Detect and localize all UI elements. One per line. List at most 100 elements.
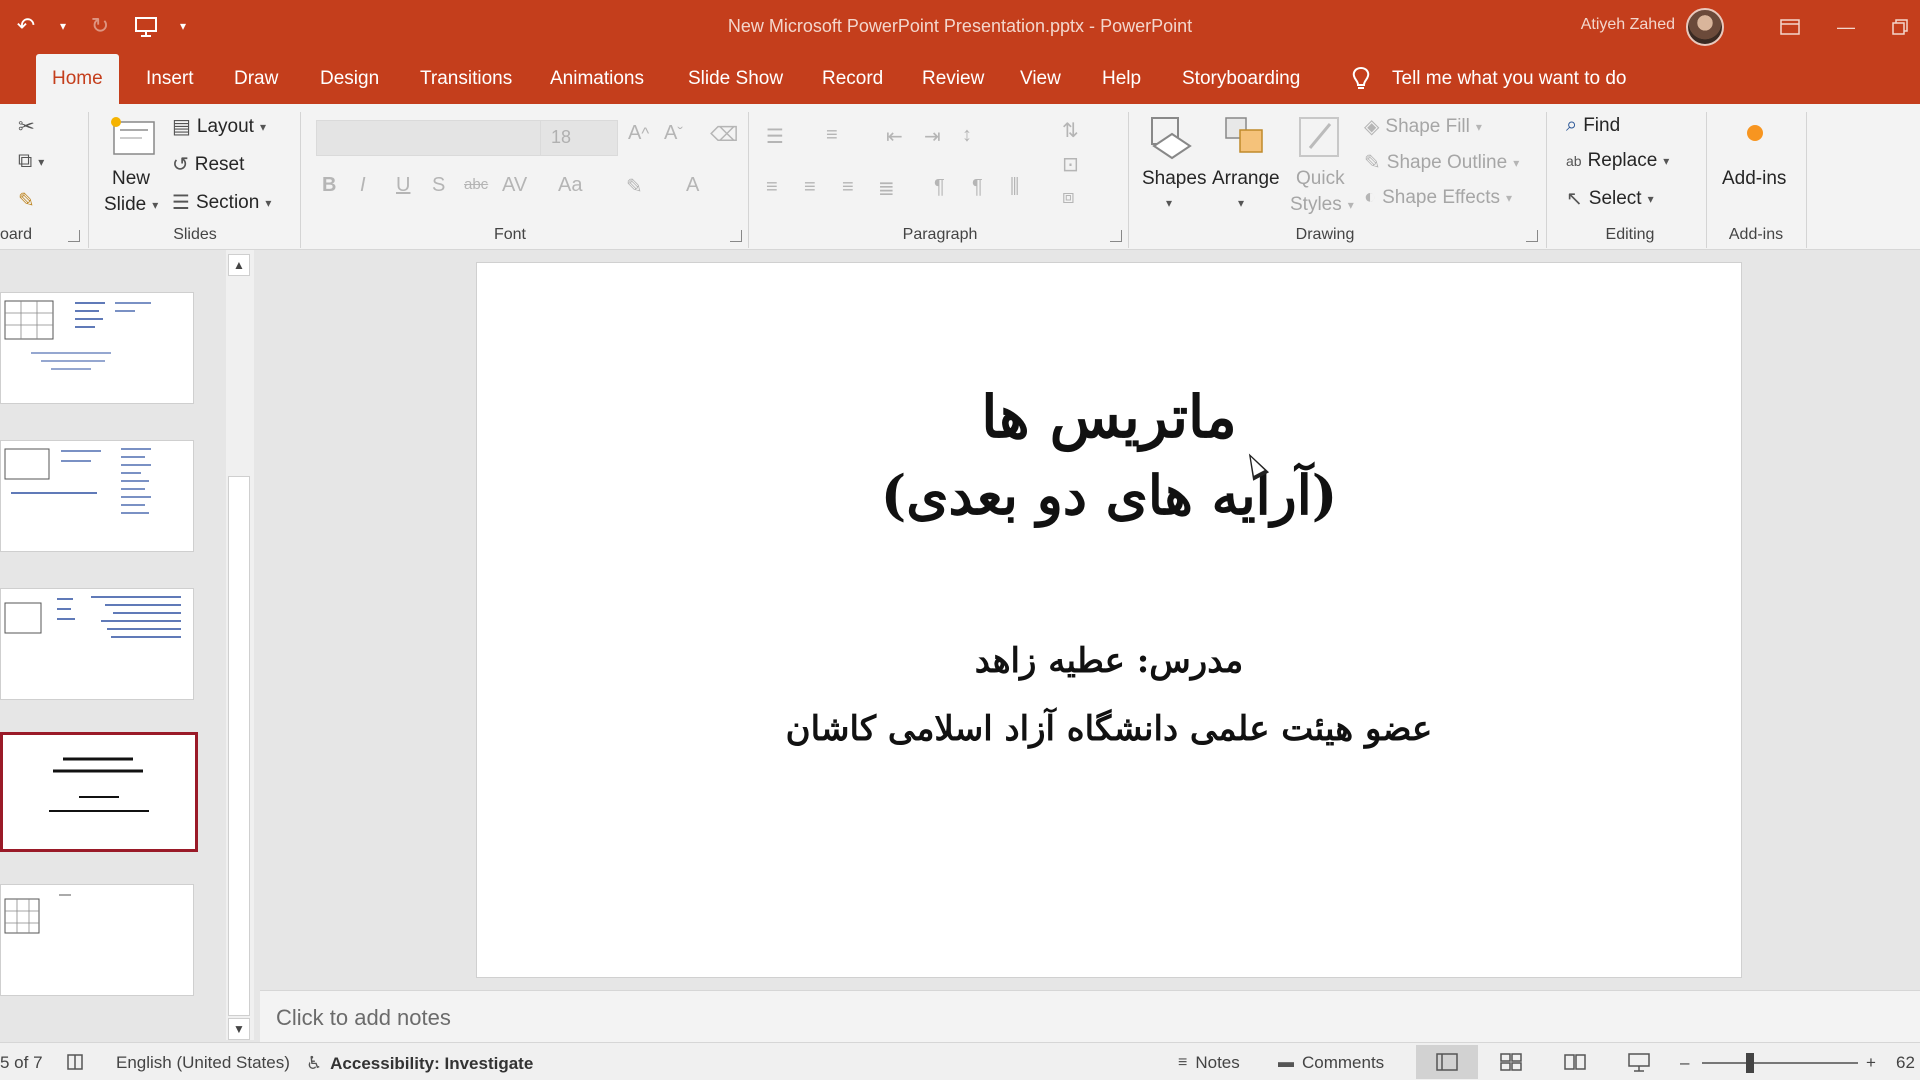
slide-canvas[interactable]: ماتریس ها (آرایه های دو بعدی) مدرس: عطیه… <box>476 262 1742 978</box>
font-size-input[interactable]: 18 <box>540 120 618 156</box>
add-ins-button[interactable]: Add-ins <box>1722 168 1786 190</box>
slide-subtitle-line-2[interactable]: عضو هیئت علمی دانشگاه آزاد اسلامی کاشان <box>477 709 1741 749</box>
minimize-icon[interactable]: — <box>1826 10 1866 44</box>
select-button[interactable]: ↖ Select ▾ <box>1566 186 1654 211</box>
font-launcher-icon[interactable] <box>730 230 742 242</box>
drawing-launcher-icon[interactable] <box>1526 230 1538 242</box>
copy-icon[interactable]: ⧉ ▾ <box>18 150 44 173</box>
shapes-label[interactable]: Shapes <box>1142 168 1206 190</box>
tab-home[interactable]: Home <box>36 54 119 104</box>
slide-subtitle-line-1[interactable]: مدرس: عطیه زاهد <box>477 641 1741 681</box>
align-right-icon[interactable]: ≡ <box>842 176 854 199</box>
replace-button[interactable]: ab Replace ▾ <box>1566 150 1669 172</box>
tab-view[interactable]: View <box>1010 54 1071 104</box>
zoom-in-button[interactable]: + <box>1866 1053 1876 1073</box>
new-slide-label[interactable]: New <box>112 168 150 190</box>
line-spacing-icon[interactable]: ↕ <box>962 124 972 147</box>
tab-storyboarding[interactable]: Storyboarding <box>1172 54 1310 104</box>
slide-thumbnail-3[interactable] <box>0 588 194 700</box>
thumbnail-scrollbar[interactable]: ▲ ▼ <box>226 250 254 1040</box>
tab-insert[interactable]: Insert <box>136 54 204 104</box>
zoom-level[interactable]: 62 <box>1896 1053 1915 1073</box>
shape-outline-button[interactable]: ✎ Shape Outline ▾ <box>1364 150 1519 175</box>
bold-icon[interactable]: B <box>322 174 336 197</box>
clipboard-launcher-icon[interactable] <box>68 230 80 242</box>
justify-icon[interactable]: ≣ <box>878 176 895 201</box>
align-text-icon[interactable]: ⊡ <box>1062 152 1079 177</box>
tab-animations[interactable]: Animations <box>540 54 654 104</box>
tab-record[interactable]: Record <box>812 54 893 104</box>
italic-icon[interactable]: I <box>360 174 366 197</box>
arrange-icon[interactable] <box>1222 114 1270 165</box>
tell-me-search[interactable]: Tell me what you want to do <box>1392 54 1626 104</box>
scroll-down-icon[interactable]: ▼ <box>228 1018 250 1040</box>
slide-title-line-2[interactable]: (آرایه های دو بعدی) <box>477 463 1741 527</box>
find-button[interactable]: ⌕ Find <box>1566 114 1620 137</box>
increase-indent-icon[interactable]: ⇥ <box>924 124 941 149</box>
character-spacing-icon[interactable]: AV <box>502 174 527 197</box>
cut-icon[interactable]: ✂ <box>18 114 35 139</box>
shape-effects-button[interactable]: ◐ Shape Effects ▾ <box>1364 186 1512 209</box>
layout-button[interactable]: ▤ Layout ▾ <box>172 114 266 139</box>
numbering-icon[interactable]: ≡ <box>826 124 838 147</box>
quick-styles-label[interactable]: Quick <box>1296 168 1345 190</box>
arrange-label[interactable]: Arrange <box>1212 168 1280 190</box>
arrange-dropdown-icon[interactable]: ▾ <box>1238 196 1244 210</box>
tab-transitions[interactable]: Transitions <box>410 54 522 104</box>
ltr-icon[interactable]: ¶ <box>934 176 945 199</box>
clear-formatting-icon[interactable]: ⌫ <box>710 122 738 147</box>
user-avatar[interactable] <box>1686 8 1724 46</box>
zoom-slider-thumb[interactable] <box>1746 1053 1754 1073</box>
ribbon-display-options-icon[interactable] <box>1770 10 1810 44</box>
highlight-icon[interactable]: ✎ <box>626 174 643 199</box>
align-left-icon[interactable]: ≡ <box>766 176 778 199</box>
notes-placeholder[interactable]: Click to add notes <box>276 1005 451 1031</box>
format-painter-icon[interactable]: ✎ <box>18 188 35 213</box>
align-center-icon[interactable]: ≡ <box>804 176 816 199</box>
paragraph-launcher-icon[interactable] <box>1110 230 1122 242</box>
slide-thumbnail-5-selected[interactable] <box>0 732 198 852</box>
scroll-up-icon[interactable]: ▲ <box>228 254 250 276</box>
increase-font-icon[interactable]: A ^ <box>628 122 649 145</box>
tab-design[interactable]: Design <box>310 54 389 104</box>
zoom-slider-track[interactable] <box>1702 1062 1858 1064</box>
decrease-font-icon[interactable]: Aˇ <box>664 122 683 145</box>
user-name[interactable]: Atiyeh Zahed <box>1581 16 1675 34</box>
quick-styles-icon[interactable] <box>1296 114 1344 165</box>
rtl-icon[interactable]: ¶ <box>972 176 983 199</box>
section-button[interactable]: ☰ Section ▾ <box>172 190 271 215</box>
slide-thumbnail-1[interactable] <box>0 292 194 404</box>
spelling-check-icon[interactable] <box>66 1053 86 1071</box>
notes-pane[interactable]: Click to add notes <box>260 990 1920 1042</box>
font-color-icon[interactable]: A <box>686 174 699 197</box>
slide-title-line-1[interactable]: ماتریس ها <box>477 383 1741 451</box>
shape-fill-button[interactable]: ◈ Shape Fill ▾ <box>1364 114 1482 139</box>
change-case-icon[interactable]: Aa <box>558 174 582 197</box>
notes-button[interactable]: ≡ Notes <box>1178 1053 1240 1073</box>
strikethrough-icon[interactable]: abc <box>464 176 488 193</box>
new-slide-dropdown[interactable]: Slide ▾ <box>104 194 158 216</box>
comments-button[interactable]: ▬ Comments <box>1278 1053 1384 1073</box>
add-ins-icon[interactable] <box>1744 122 1766 149</box>
zoom-out-button[interactable]: – <box>1680 1053 1689 1073</box>
quick-styles-label-2[interactable]: Styles ▾ <box>1290 194 1354 216</box>
slide-sorter-icon[interactable] <box>1500 1053 1522 1071</box>
shapes-icon[interactable] <box>1148 114 1196 165</box>
tab-draw[interactable]: Draw <box>224 54 288 104</box>
shapes-dropdown-icon[interactable]: ▾ <box>1166 196 1172 210</box>
new-slide-icon[interactable] <box>108 116 158 165</box>
language-indicator[interactable]: English (United States) <box>116 1053 290 1073</box>
shadow-icon[interactable]: S <box>432 174 445 197</box>
decrease-indent-icon[interactable]: ⇤ <box>886 124 903 149</box>
accessibility-button[interactable]: ♿ Accessibility: Investigate <box>306 1053 533 1074</box>
tab-review[interactable]: Review <box>912 54 994 104</box>
tab-slide-show[interactable]: Slide Show <box>678 54 793 104</box>
scrollbar-thumb[interactable] <box>228 476 250 1016</box>
reading-view-icon[interactable] <box>1564 1053 1586 1071</box>
slide-thumbnail-6[interactable] <box>0 884 194 996</box>
smartart-icon[interactable]: ⧈ <box>1062 186 1075 209</box>
font-name-input[interactable] <box>316 120 544 156</box>
columns-icon[interactable]: ⫼ <box>1010 176 1019 199</box>
reset-button[interactable]: ↺ Reset <box>172 152 244 177</box>
slide-thumbnail-2[interactable] <box>0 440 194 552</box>
